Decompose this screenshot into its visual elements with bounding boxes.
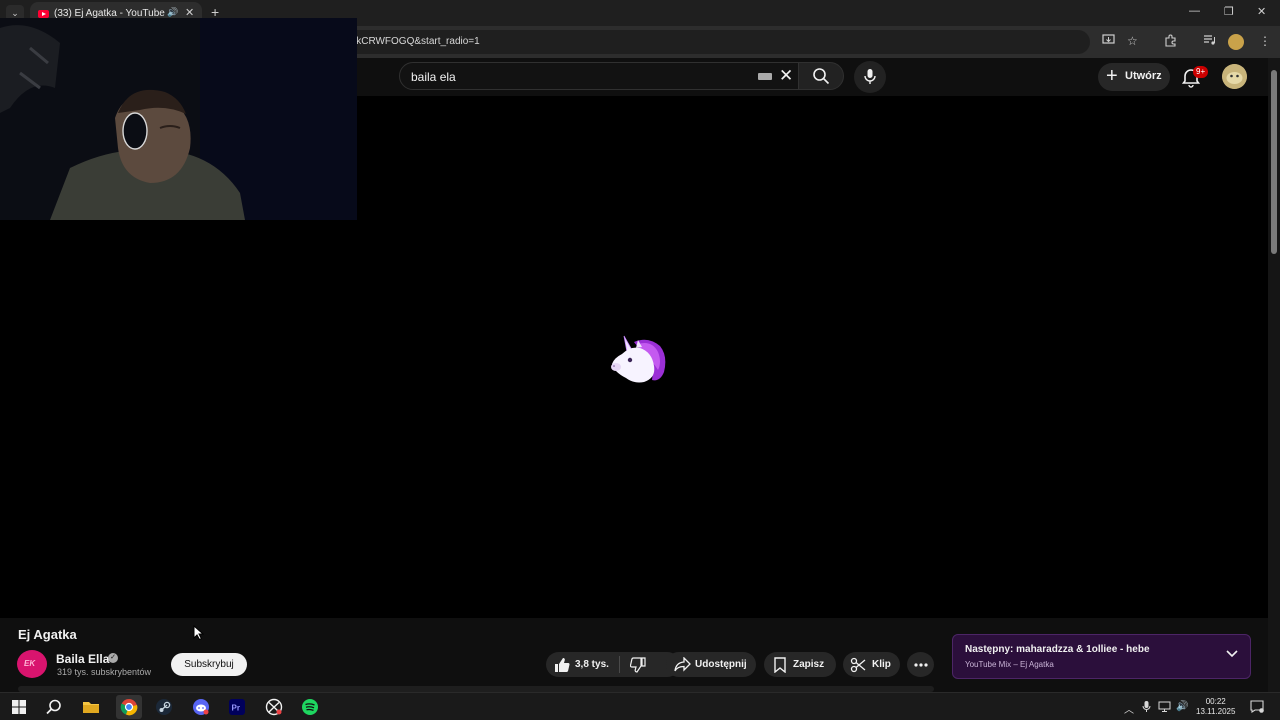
clip-button[interactable]: Klip <box>843 652 900 677</box>
user-avatar[interactable] <box>1222 64 1247 89</box>
youtube-favicon-icon <box>38 10 49 18</box>
plus-icon: + <box>1106 65 1118 87</box>
subscriber-count: 319 tys. subskrybentów <box>57 667 152 677</box>
screen: ⌄ (33) Ej Agatka - YouTube 🔊 ✕ + — ❐ ✕ l… <box>0 0 1280 720</box>
steam-icon[interactable] <box>155 698 173 716</box>
create-label: Utwórz <box>1125 70 1162 82</box>
like-button[interactable]: 3,8 tys. <box>546 652 619 677</box>
url-text: lkCRWFOGQ&start_radio=1 <box>354 36 480 47</box>
search-input[interactable]: baila ela ✕ <box>399 62 799 90</box>
like-dislike-group: 3,8 tys. <box>546 652 680 677</box>
address-bar[interactable]: lkCRWFOGQ&start_radio=1 <box>340 30 1090 54</box>
windows-start-icon[interactable] <box>10 698 28 716</box>
mouse-cursor-icon <box>193 625 204 640</box>
search-button[interactable] <box>798 62 844 90</box>
premiere-icon[interactable]: Pr <box>228 698 246 716</box>
up-next-subtitle: YouTube Mix – Ej Agatka <box>965 660 1054 669</box>
thumbs-up-icon <box>555 658 570 672</box>
verified-check-icon: ✓ <box>108 653 118 663</box>
create-button[interactable]: + Utwórz <box>1098 63 1170 91</box>
browser-profile-avatar[interactable] <box>1228 34 1244 50</box>
bookmark-star-icon[interactable]: ☆ <box>1127 34 1138 48</box>
more-actions-button[interactable] <box>907 652 934 677</box>
page-scrollbar-thumb[interactable] <box>1271 70 1277 254</box>
minimize-icon[interactable]: — <box>1189 5 1200 17</box>
search-icon <box>813 68 830 85</box>
save-button[interactable]: Zapisz <box>764 652 836 677</box>
up-next-title: Następny: maharadzza & 1olliee - hebe <box>965 644 1150 655</box>
bookmark-icon <box>774 657 786 673</box>
search-query: baila ela <box>411 70 456 84</box>
media-control-icon[interactable] <box>1203 34 1216 46</box>
svg-text:Pr: Pr <box>232 704 240 713</box>
speaker-icon[interactable]: 🔊 <box>167 7 178 18</box>
microphone-icon <box>864 69 876 84</box>
like-count: 3,8 tys. <box>575 659 609 670</box>
taskbar-clock[interactable]: 00:22 13.11.2025 <box>1196 697 1235 717</box>
channel-name-link[interactable]: Baila Ella <box>56 652 109 666</box>
browser-menu-icon[interactable]: ⋮ <box>1259 34 1271 48</box>
clear-search-icon[interactable]: ✕ <box>779 66 793 86</box>
thumbs-down-icon <box>630 657 646 673</box>
file-explorer-icon[interactable] <box>82 698 100 716</box>
voice-search-button[interactable] <box>854 61 886 93</box>
window-close-icon[interactable]: ✕ <box>1257 5 1266 18</box>
xbox-icon[interactable] <box>265 698 283 716</box>
install-app-icon[interactable] <box>1102 34 1115 46</box>
notification-center-icon[interactable] <box>1250 700 1264 713</box>
scissors-icon <box>850 657 866 673</box>
clock-date: 13.11.2025 <box>1196 707 1236 716</box>
dislike-button[interactable] <box>621 652 661 677</box>
extensions-icon[interactable] <box>1164 34 1177 47</box>
chevron-down-icon[interactable] <box>1225 649 1239 659</box>
share-label: Udostępnij <box>695 659 747 670</box>
tray-overflow-chevron-icon[interactable]: ︿ <box>1124 701 1134 716</box>
up-next-card[interactable]: Następny: maharadzza & 1olliee - hebe Yo… <box>952 634 1251 679</box>
share-button[interactable]: Udostępnij <box>666 652 756 677</box>
windows-taskbar: Pr ︿ 🔊 00:22 13.11.2025 <box>0 692 1280 720</box>
more-horizontal-icon <box>914 663 928 667</box>
restore-icon[interactable]: ❐ <box>1224 5 1234 18</box>
webcam-overlay <box>0 18 357 220</box>
tray-microphone-icon[interactable] <box>1142 700 1151 713</box>
channel-avatar[interactable]: EK <box>17 650 47 678</box>
like-divider <box>619 656 620 673</box>
video-title: Ej Agatka <box>18 627 77 642</box>
clock-time: 00:22 <box>1205 697 1226 706</box>
chrome-icon[interactable] <box>120 698 138 716</box>
webcam-feed-image <box>0 18 357 220</box>
subscribe-button[interactable]: Subskrybuj <box>171 653 247 676</box>
channel-avatar-text: EK <box>24 659 36 668</box>
keyboard-icon[interactable] <box>758 73 772 80</box>
save-label: Zapisz <box>793 659 825 670</box>
share-arrow-icon <box>674 657 691 672</box>
network-icon[interactable] <box>1158 701 1171 712</box>
discord-icon[interactable] <box>192 698 210 716</box>
unicorn-emoji-icon <box>611 335 666 383</box>
clip-label: Klip <box>872 659 891 670</box>
notifications-badge: 9+ <box>1193 66 1209 78</box>
taskbar-search-icon[interactable] <box>45 698 63 716</box>
spotify-icon[interactable] <box>301 698 319 716</box>
volume-icon[interactable]: 🔊 <box>1176 701 1188 712</box>
